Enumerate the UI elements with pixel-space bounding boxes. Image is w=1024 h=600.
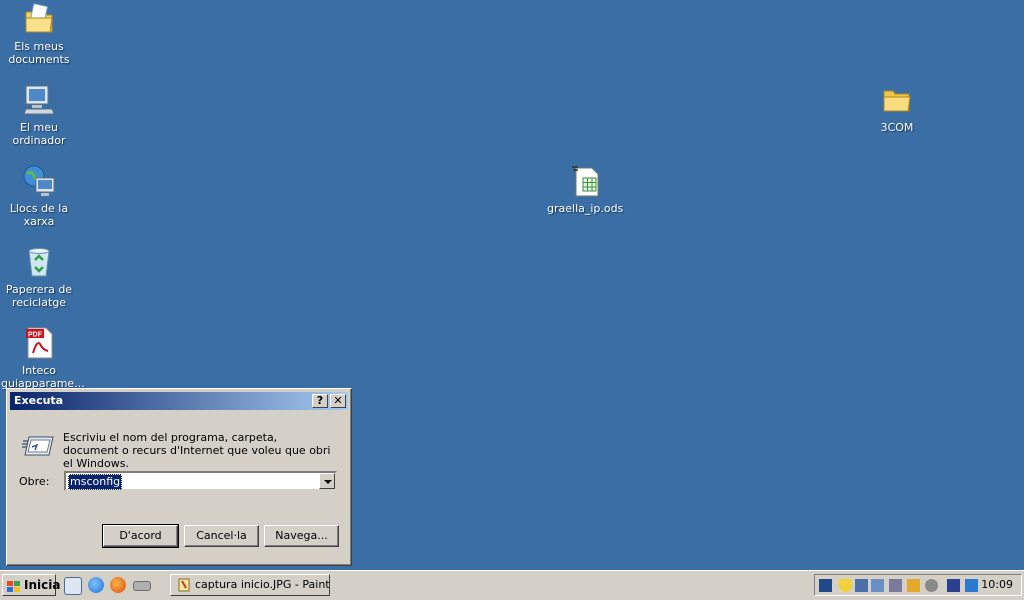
desktop-icon-graella-ods[interactable]: graella_ip.ods — [547, 164, 623, 215]
run-dialog-title: Executa — [14, 394, 64, 407]
recycle-bin-icon — [22, 245, 56, 279]
cancel-button[interactable]: Cancel·la — [184, 525, 259, 547]
ca-tray-icon[interactable] — [819, 579, 832, 592]
svg-text:PDF: PDF — [28, 332, 43, 339]
run-icon — [21, 433, 55, 459]
clock[interactable]: 10:09 — [981, 575, 1013, 595]
desktop-icon-3com-folder[interactable]: 3COM — [859, 83, 935, 134]
network-tray-icon[interactable] — [855, 579, 868, 592]
my-computer-icon — [22, 83, 56, 117]
open-label: Obre: — [19, 475, 50, 488]
security-shield-icon[interactable] — [839, 579, 852, 592]
taskbar: Inicia captura inicio.JPG - Paint 10:09 — [0, 570, 1024, 600]
system-tray: 10:09 — [814, 574, 1022, 596]
run-dialog-titlebar[interactable]: Executa ? ✕ — [10, 392, 348, 410]
network-disconnected-icon[interactable] — [889, 579, 902, 592]
chevron-down-icon[interactable] — [319, 473, 335, 489]
wireless-tray-icon[interactable] — [871, 579, 884, 592]
start-label: Inicia — [24, 578, 61, 592]
drive-icon[interactable] — [133, 581, 151, 591]
spreadsheet-file-icon — [568, 164, 602, 198]
taskbar-button-label: captura inicio.JPG - Paint — [195, 578, 330, 591]
close-button[interactable]: ✕ — [330, 394, 346, 408]
taskbar-button-paint[interactable]: captura inicio.JPG - Paint — [170, 574, 330, 596]
my-documents-icon — [22, 2, 56, 36]
alert-tray-icon[interactable] — [907, 579, 920, 592]
help-button[interactable]: ? — [312, 394, 328, 408]
device-tray-icon[interactable] — [947, 579, 960, 592]
run-dialog: Executa ? ✕ Escriviu el nom del programa… — [6, 388, 352, 566]
show-desktop-icon[interactable] — [64, 577, 82, 595]
pdf-icon: PDF — [22, 326, 56, 360]
volume-icon[interactable] — [925, 579, 938, 592]
browse-button[interactable]: Navega... — [264, 525, 339, 547]
ok-button[interactable]: D'acord — [102, 524, 179, 548]
desktop-icon-my-computer[interactable]: El meu ordinador — [1, 83, 77, 147]
monitor-tray-icon[interactable] — [965, 579, 978, 592]
open-combobox[interactable]: msconfig — [64, 471, 337, 491]
folder-icon — [880, 83, 914, 117]
start-button[interactable]: Inicia — [2, 574, 60, 596]
firefox-icon[interactable] — [110, 577, 126, 593]
open-input-value[interactable]: msconfig — [68, 474, 123, 490]
desktop-icon-my-documents[interactable]: Els meus documents — [1, 2, 77, 66]
paint-icon — [177, 578, 191, 592]
network-places-icon — [22, 164, 56, 198]
desktop-icon-network-places[interactable]: Llocs de la xarxa — [1, 164, 77, 228]
run-description: Escriviu el nom del programa, carpeta, d… — [63, 431, 331, 470]
windows-flag-icon — [7, 579, 21, 592]
desktop-icon-inteco-pdf[interactable]: PDF Inteco guiapparame... — [1, 326, 85, 390]
internet-explorer-icon[interactable] — [88, 577, 104, 593]
desktop-icon-recycle-bin[interactable]: Paperera de reciclatge — [1, 245, 77, 309]
